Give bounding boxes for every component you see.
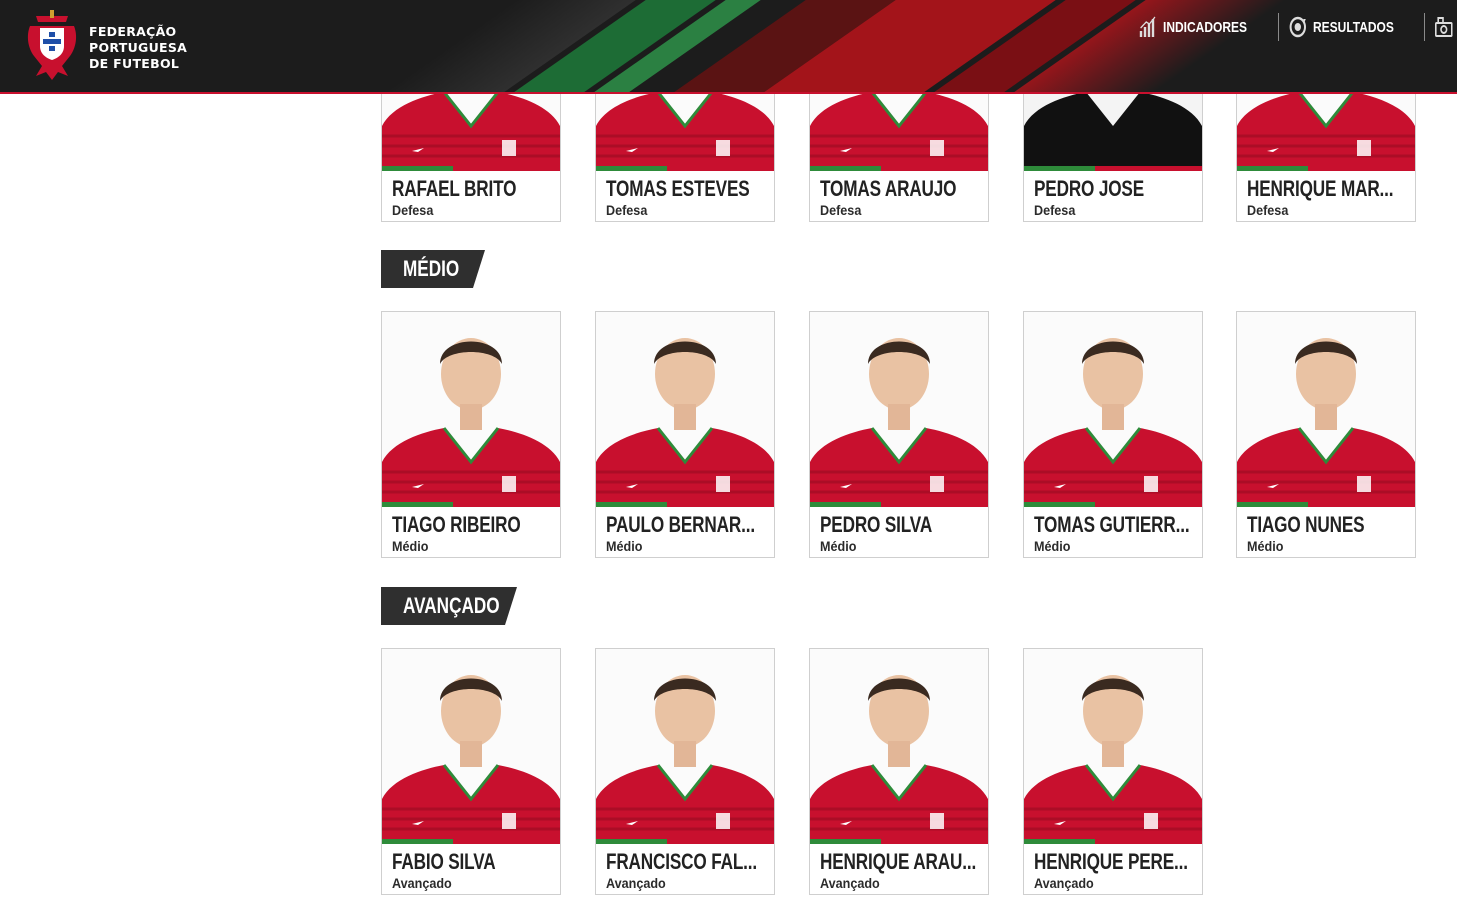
section-title-medio: MÉDIO: [381, 250, 485, 288]
flag-bar: [596, 502, 774, 507]
player-photo: [810, 312, 988, 502]
player-name: FRANCISCO FAL...: [606, 849, 757, 874]
player-position: Médio: [606, 538, 643, 554]
player-card[interactable]: PAULO BERNAR... Médio: [595, 311, 775, 558]
player-position: Defesa: [606, 202, 648, 218]
flag-bar: [1024, 502, 1202, 507]
player-position: Defesa: [820, 202, 862, 218]
flag-bar: [596, 839, 774, 844]
player-name: TOMAS ESTEVES: [606, 176, 750, 201]
nav-media[interactable]: [1435, 16, 1453, 38]
player-name: PEDRO JOSE: [1034, 176, 1145, 201]
player-name: HENRIQUE MAR...: [1247, 176, 1394, 201]
player-name: FABIO SILVA: [392, 849, 496, 874]
player-position: Defesa: [392, 202, 434, 218]
flag-bar: [382, 166, 560, 171]
player-position: Médio: [1034, 538, 1071, 554]
brand-name[interactable]: FEDERAÇÃO PORTUGUESA DE FUTEBOL: [89, 24, 187, 72]
fpf-crest-icon[interactable]: [22, 10, 82, 82]
player-photo: [596, 312, 774, 502]
player-name: TOMAS ARAUJO: [820, 176, 957, 201]
player-position: Avançado: [1034, 875, 1094, 891]
site-header: FEDERAÇÃO PORTUGUESA DE FUTEBOL INDICADO…: [0, 0, 1457, 94]
player-card[interactable]: TOMAS GUTIERR... Médio: [1023, 311, 1203, 558]
player-position: Defesa: [1034, 202, 1076, 218]
flag-bar: [810, 502, 988, 507]
player-photo: [1024, 312, 1202, 502]
player-name: TIAGO NUNES: [1247, 512, 1365, 537]
nav-divider: [1424, 13, 1425, 41]
player-position: Médio: [392, 538, 429, 554]
player-card[interactable]: PEDRO SILVA Médio: [809, 311, 989, 558]
flag-bar: [810, 166, 988, 171]
flag-bar: [596, 166, 774, 171]
player-position: Defesa: [1247, 202, 1289, 218]
flag-bar: [1024, 166, 1202, 171]
player-name: TOMAS GUTIERR...: [1034, 512, 1190, 537]
flag-bar: [1237, 502, 1415, 507]
flag-bar: [382, 502, 560, 507]
nav-divider: [1277, 13, 1279, 41]
nav-resultados[interactable]: RESULTADOS: [1289, 16, 1394, 38]
player-photo: [596, 649, 774, 839]
ball-refresh-icon: [1289, 16, 1306, 38]
player-photo: [382, 649, 560, 839]
player-name: RAFAEL BRITO: [392, 176, 517, 201]
flag-bar: [1024, 839, 1202, 844]
player-card[interactable]: FRANCISCO FAL... Avançado: [595, 648, 775, 895]
player-position: Avançado: [606, 875, 666, 891]
flag-bar: [1237, 166, 1415, 171]
player-card[interactable]: TIAGO NUNES Médio: [1236, 311, 1416, 558]
player-photo: [810, 649, 988, 839]
player-position: Médio: [820, 538, 857, 554]
player-name: PAULO BERNAR...: [606, 512, 755, 537]
camera-icon: [1435, 17, 1453, 37]
player-name: PEDRO SILVA: [820, 512, 933, 537]
player-position: Médio: [1247, 538, 1284, 554]
nav-indicadores[interactable]: INDICADORES: [1139, 16, 1247, 38]
player-position: Avançado: [392, 875, 452, 891]
bar-chart-icon: [1139, 16, 1156, 37]
player-card[interactable]: HENRIQUE ARAU... Avançado: [809, 648, 989, 895]
flag-bar: [810, 839, 988, 844]
flag-bar: [382, 839, 560, 844]
nav-resultados-label: RESULTADOS: [1312, 18, 1394, 36]
player-card[interactable]: FABIO SILVA Avançado: [381, 648, 561, 895]
nav-indicadores-label: INDICADORES: [1162, 18, 1247, 36]
section-title-avancado: AVANÇADO: [381, 587, 517, 625]
player-name: HENRIQUE PERE...: [1034, 849, 1188, 874]
player-grid: RAFAEL BRITO Defesa TOMAS ESTEVES Defesa…: [0, 0, 1457, 911]
player-card[interactable]: TIAGO RIBEIRO Médio: [381, 311, 561, 558]
player-name: HENRIQUE ARAU...: [820, 849, 977, 874]
player-photo: [1237, 312, 1415, 502]
top-nav: INDICADORES RESULTADOS: [1139, 12, 1457, 42]
player-position: Avançado: [820, 875, 880, 891]
player-card[interactable]: HENRIQUE PERE... Avançado: [1023, 648, 1203, 895]
player-name: TIAGO RIBEIRO: [392, 512, 521, 537]
player-photo: [1024, 649, 1202, 839]
player-photo: [382, 312, 560, 502]
